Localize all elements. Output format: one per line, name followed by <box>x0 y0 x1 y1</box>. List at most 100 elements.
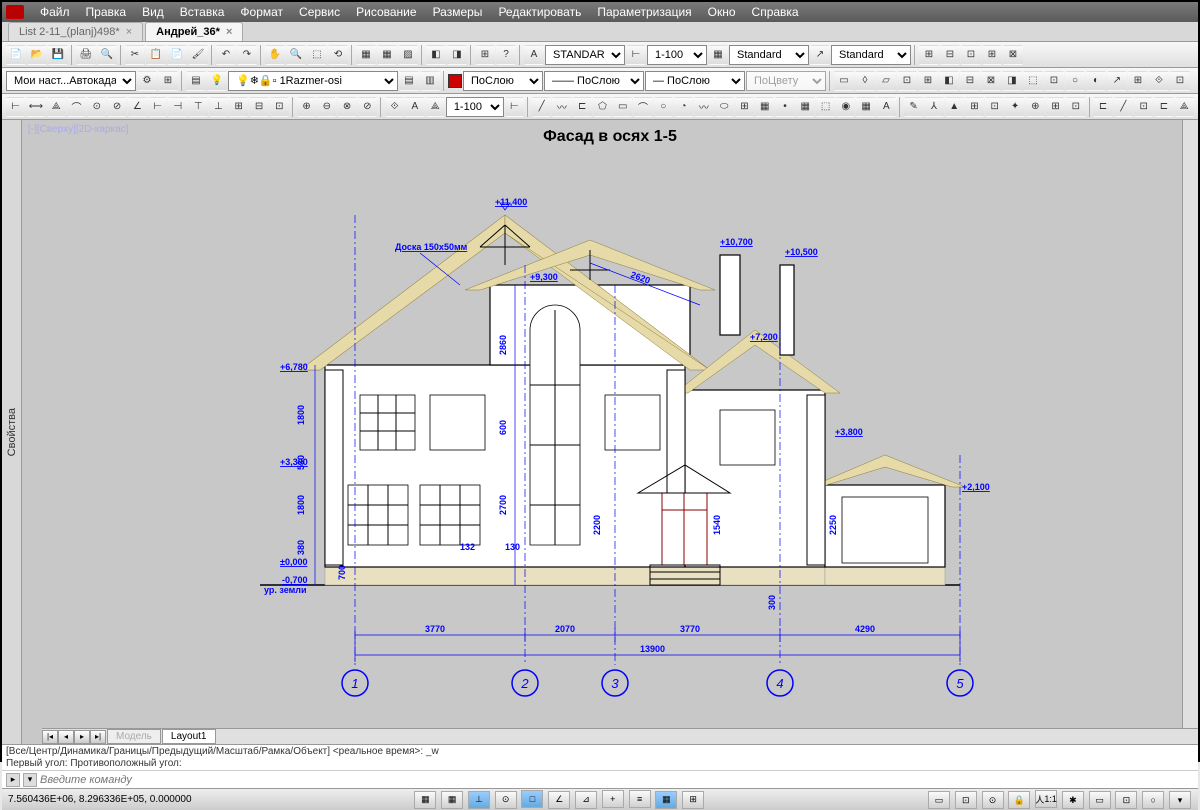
dim-2[interactable]: ⟷ <box>26 97 45 117</box>
draw-5[interactable]: ▭ <box>613 97 632 117</box>
mod-15[interactable]: ⊞ <box>1128 71 1148 91</box>
dim-14[interactable]: ⊡ <box>270 97 289 117</box>
menu-help[interactable]: Справка <box>744 5 807 19</box>
tool-2[interactable]: ▨ <box>398 45 418 65</box>
open-button[interactable]: 📂 <box>27 45 47 65</box>
ducs-toggle[interactable]: ⊿ <box>575 791 597 809</box>
menu-draw[interactable]: Рисование <box>348 5 424 19</box>
win-btn-3[interactable]: ⊡ <box>961 45 981 65</box>
help-button[interactable]: ? <box>496 45 516 65</box>
status-menu[interactable]: ▾ <box>1169 791 1191 809</box>
snap-toggle[interactable]: ▦ <box>414 791 436 809</box>
win-btn-1[interactable]: ⊞ <box>919 45 939 65</box>
layout-tab-1[interactable]: Layout1 <box>162 729 216 744</box>
menu-service[interactable]: Сервис <box>291 5 348 19</box>
table-style-icon[interactable]: ▦ <box>708 45 728 65</box>
dim-17[interactable]: ⊗ <box>337 97 356 117</box>
dyn-toggle[interactable]: + <box>602 790 624 808</box>
color-select[interactable]: ПоСлою <box>463 71 543 91</box>
sc-toggle[interactable]: ⊞ <box>682 791 704 809</box>
dim-scale-select-2[interactable]: 1-100 <box>446 97 504 117</box>
draw-13[interactable]: • <box>775 97 794 117</box>
doc-tab-1[interactable]: List 2-11_(planj)498*× <box>8 22 143 41</box>
menu-modify[interactable]: Редактировать <box>490 5 589 19</box>
dim-10[interactable]: ⊤ <box>189 97 208 117</box>
scrollbar-vertical[interactable] <box>1182 120 1198 728</box>
layer-btn-3[interactable]: ▥ <box>420 71 440 91</box>
mod-13[interactable]: ◐ <box>1086 71 1106 91</box>
linetype-select[interactable]: —— ПоСлою <box>544 71 644 91</box>
grid-toggle[interactable]: ▦ <box>441 791 463 809</box>
ws-btn-2[interactable]: ⊞ <box>158 71 178 91</box>
tool-5[interactable]: ⊞ <box>475 45 495 65</box>
tab-nav-last[interactable]: ▸| <box>90 730 106 744</box>
menu-file[interactable]: Файл <box>32 5 78 19</box>
model-tab[interactable]: Модель <box>107 729 161 744</box>
close-icon[interactable]: × <box>126 26 132 38</box>
plotstyle-select[interactable]: ПоЦвету <box>746 71 826 91</box>
dim-22[interactable]: ⊢ <box>505 97 524 117</box>
color-swatch[interactable] <box>448 74 462 88</box>
command-input[interactable] <box>40 774 1194 786</box>
mod-2[interactable]: ◊ <box>855 71 875 91</box>
command-cue-icon[interactable]: ▸ <box>6 773 20 787</box>
menu-parametric[interactable]: Параметризация <box>589 5 699 19</box>
mod-14[interactable]: ↗ <box>1107 71 1127 91</box>
otrack-toggle[interactable]: ∠ <box>548 791 570 809</box>
mod-5[interactable]: ⊞ <box>918 71 938 91</box>
mod2-11[interactable]: ╱ <box>1114 97 1133 117</box>
mod-12[interactable]: ○ <box>1065 71 1085 91</box>
dim-21[interactable]: ⟁ <box>426 97 445 117</box>
mod-17[interactable]: ⊡ <box>1170 71 1190 91</box>
mod-11[interactable]: ⊡ <box>1044 71 1064 91</box>
win-btn-2[interactable]: ⊟ <box>940 45 960 65</box>
dim-7[interactable]: ∠ <box>128 97 147 117</box>
copy-button[interactable]: 📋 <box>146 45 166 65</box>
close-icon[interactable]: × <box>226 26 232 38</box>
menu-window[interactable]: Окно <box>700 5 744 19</box>
annotation-scale[interactable]: 人 1:1 <box>1035 790 1057 808</box>
dim-9[interactable]: ⊣ <box>168 97 187 117</box>
props-button[interactable]: ▦ <box>356 45 376 65</box>
mleader-icon[interactable]: ↗ <box>810 45 830 65</box>
draw-11[interactable]: ⊞ <box>735 97 754 117</box>
dim-20[interactable]: A <box>405 97 424 117</box>
mod-4[interactable]: ⊡ <box>897 71 917 91</box>
draw-18[interactable]: A <box>877 97 896 117</box>
draw-14[interactable]: ▦ <box>796 97 815 117</box>
layer-select[interactable]: 💡❄🔒▫ 1Razmer-osi <box>228 71 398 91</box>
undo-button[interactable]: ↶ <box>216 45 236 65</box>
ws-btn-1[interactable]: ⚙ <box>137 71 157 91</box>
mod-6[interactable]: ◧ <box>939 71 959 91</box>
win-btn-5[interactable]: ⊠ <box>1003 45 1023 65</box>
paste-button[interactable]: 📄 <box>167 45 187 65</box>
mod2-9[interactable]: ⊡ <box>1066 97 1085 117</box>
ortho-toggle[interactable]: ⊥ <box>468 791 490 809</box>
polar-toggle[interactable]: ⊙ <box>495 791 517 809</box>
layer-props-button[interactable]: ▤ <box>186 71 206 91</box>
viewport-label[interactable]: [-][Сверху][2D-каркас] <box>28 124 128 135</box>
mod-9[interactable]: ◨ <box>1002 71 1022 91</box>
mod2-12[interactable]: ⊡ <box>1134 97 1153 117</box>
dim-8[interactable]: ⊢ <box>148 97 167 117</box>
match-button[interactable]: 🖌 <box>188 45 208 65</box>
draw-4[interactable]: ⬠ <box>593 97 612 117</box>
mod2-14[interactable]: ⟁ <box>1175 97 1194 117</box>
properties-panel-tab[interactable]: Свойства <box>2 120 22 744</box>
status-tool-3[interactable]: 🔒 <box>1008 791 1030 809</box>
dim-15[interactable]: ⊕ <box>297 97 316 117</box>
mod2-10[interactable]: ⊏ <box>1093 97 1112 117</box>
dim-4[interactable]: ⌒ <box>67 97 86 117</box>
mod2-6[interactable]: ✦ <box>1005 97 1024 117</box>
zoom-window-button[interactable]: ⬚ <box>307 45 327 65</box>
dim-19[interactable]: ⟐ <box>385 97 404 117</box>
mod-3[interactable]: ▱ <box>876 71 896 91</box>
standard-select-2[interactable]: Standard <box>831 45 911 65</box>
dim-11[interactable]: ⊥ <box>209 97 228 117</box>
draw-1[interactable]: ╱ <box>532 97 551 117</box>
drawing-canvas[interactable]: [-][Сверху][2D-каркас] Фасад в осях 1-5 <box>22 120 1198 744</box>
layer-btn-1[interactable]: 💡 <box>207 71 227 91</box>
draw-10[interactable]: ⬭ <box>715 97 734 117</box>
dim-style-icon[interactable]: ⊢ <box>626 45 646 65</box>
print-button[interactable]: 🖨 <box>76 45 96 65</box>
